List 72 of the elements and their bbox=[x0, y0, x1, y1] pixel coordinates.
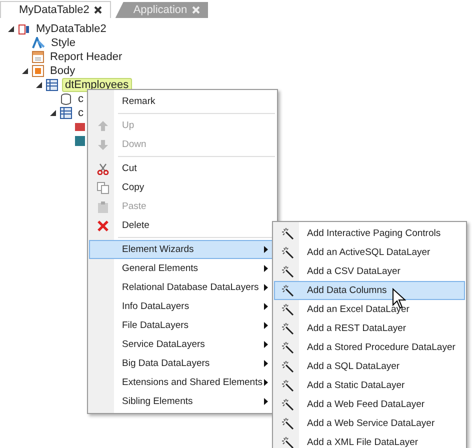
menu-item[interactable]: Remark bbox=[89, 92, 276, 111]
menu-item[interactable]: Sibling Elements bbox=[89, 392, 276, 411]
tree-item[interactable]: MyDataTable2 bbox=[34, 23, 108, 35]
close-icon[interactable] bbox=[94, 6, 102, 14]
tree-item[interactable]: Body bbox=[48, 65, 78, 77]
magic-wand-icon bbox=[282, 228, 294, 240]
down-arrow-icon bbox=[97, 138, 109, 150]
magic-wand-icon bbox=[282, 342, 294, 354]
table-icon bbox=[46, 79, 58, 91]
database-icon bbox=[60, 93, 72, 105]
menu-item[interactable]: Add a Web Feed DataLayer bbox=[274, 395, 465, 414]
submenu-arrow-icon bbox=[264, 246, 268, 253]
submenu-arrow-icon bbox=[264, 341, 268, 348]
menu-item[interactable]: Add an Excel DataLayer bbox=[274, 300, 465, 319]
menu-item[interactable]: Delete bbox=[89, 216, 276, 235]
table-icon bbox=[60, 107, 72, 119]
tree-item[interactable]: Report Header bbox=[48, 51, 124, 63]
menu-item[interactable]: Add Data Columns bbox=[274, 281, 465, 300]
magic-wand-icon bbox=[282, 398, 294, 410]
menu-item[interactable]: Service DataLayers bbox=[89, 335, 276, 354]
magic-wand-icon bbox=[282, 266, 294, 278]
submenu-arrow-icon bbox=[264, 303, 268, 310]
menu-item[interactable]: Add a XML File DataLayer bbox=[274, 433, 465, 448]
magic-wand-icon bbox=[282, 246, 294, 258]
submenu-arrow-icon bbox=[264, 322, 268, 329]
up-arrow-icon bbox=[97, 120, 109, 132]
menu-item[interactable]: Copy bbox=[89, 178, 276, 197]
menu-item[interactable]: Relational Database DataLayers bbox=[89, 278, 276, 297]
menu-item[interactable]: Cut bbox=[89, 159, 276, 178]
expanded-triangle-icon[interactable] bbox=[36, 82, 42, 88]
tree-item[interactable]: Style bbox=[49, 37, 78, 49]
tree-item[interactable]: c bbox=[76, 93, 86, 105]
menu-item[interactable]: File DataLayers bbox=[89, 316, 276, 335]
expanded-triangle-icon[interactable] bbox=[50, 110, 56, 116]
magic-wand-icon bbox=[282, 322, 294, 334]
expanded-triangle-icon[interactable] bbox=[22, 68, 28, 74]
menu-item[interactable]: Info DataLayers bbox=[89, 297, 276, 316]
menu-item[interactable]: General Elements bbox=[89, 259, 276, 278]
menu-item[interactable]: Add a Web Service DataLayer bbox=[274, 414, 465, 433]
element-icon bbox=[74, 121, 86, 133]
menu-item[interactable]: Add a REST DataLayer bbox=[274, 319, 465, 338]
menu-item[interactable]: Big Data DataLayers bbox=[89, 354, 276, 373]
tab[interactable]: MyDataTable2 bbox=[0, 1, 112, 18]
magic-wand-icon bbox=[282, 380, 294, 392]
menu-item[interactable]: Extensions and Shared Elements bbox=[89, 373, 276, 392]
report-icon bbox=[18, 23, 30, 35]
clipboard-icon bbox=[97, 200, 109, 212]
scissors-icon bbox=[97, 162, 109, 174]
submenu-arrow-icon bbox=[264, 265, 268, 272]
copy-icon bbox=[97, 182, 109, 194]
submenu-arrow-icon bbox=[264, 379, 268, 386]
submenu-arrow-icon bbox=[264, 398, 268, 405]
menu-item[interactable]: Add a CSV DataLayer bbox=[274, 262, 465, 281]
delete-icon bbox=[97, 220, 109, 232]
submenu-arrow-icon bbox=[264, 284, 268, 291]
magic-wand-icon bbox=[282, 436, 294, 448]
menu-item[interactable]: Add a Stored Procedure DataLayer bbox=[274, 338, 465, 357]
submenu-arrow-icon bbox=[264, 360, 268, 367]
expanded-triangle-icon[interactable] bbox=[8, 26, 14, 32]
magic-wand-icon bbox=[282, 304, 294, 316]
magic-wand-icon bbox=[282, 418, 294, 430]
style-icon bbox=[32, 37, 45, 49]
header-icon bbox=[32, 51, 44, 63]
menu-item[interactable]: Add a SQL DataLayer bbox=[274, 357, 465, 376]
menu-item[interactable]: Add an ActiveSQL DataLayer bbox=[274, 243, 465, 262]
menu-item[interactable]: Add a Static DataLayer bbox=[274, 376, 465, 395]
menu-item[interactable]: Add Interactive Paging Controls bbox=[274, 224, 465, 243]
tree-item[interactable]: c bbox=[76, 107, 86, 119]
element-icon bbox=[74, 135, 86, 147]
body-icon bbox=[32, 65, 44, 77]
magic-wand-icon bbox=[282, 360, 294, 372]
magic-wand-icon bbox=[282, 284, 294, 296]
